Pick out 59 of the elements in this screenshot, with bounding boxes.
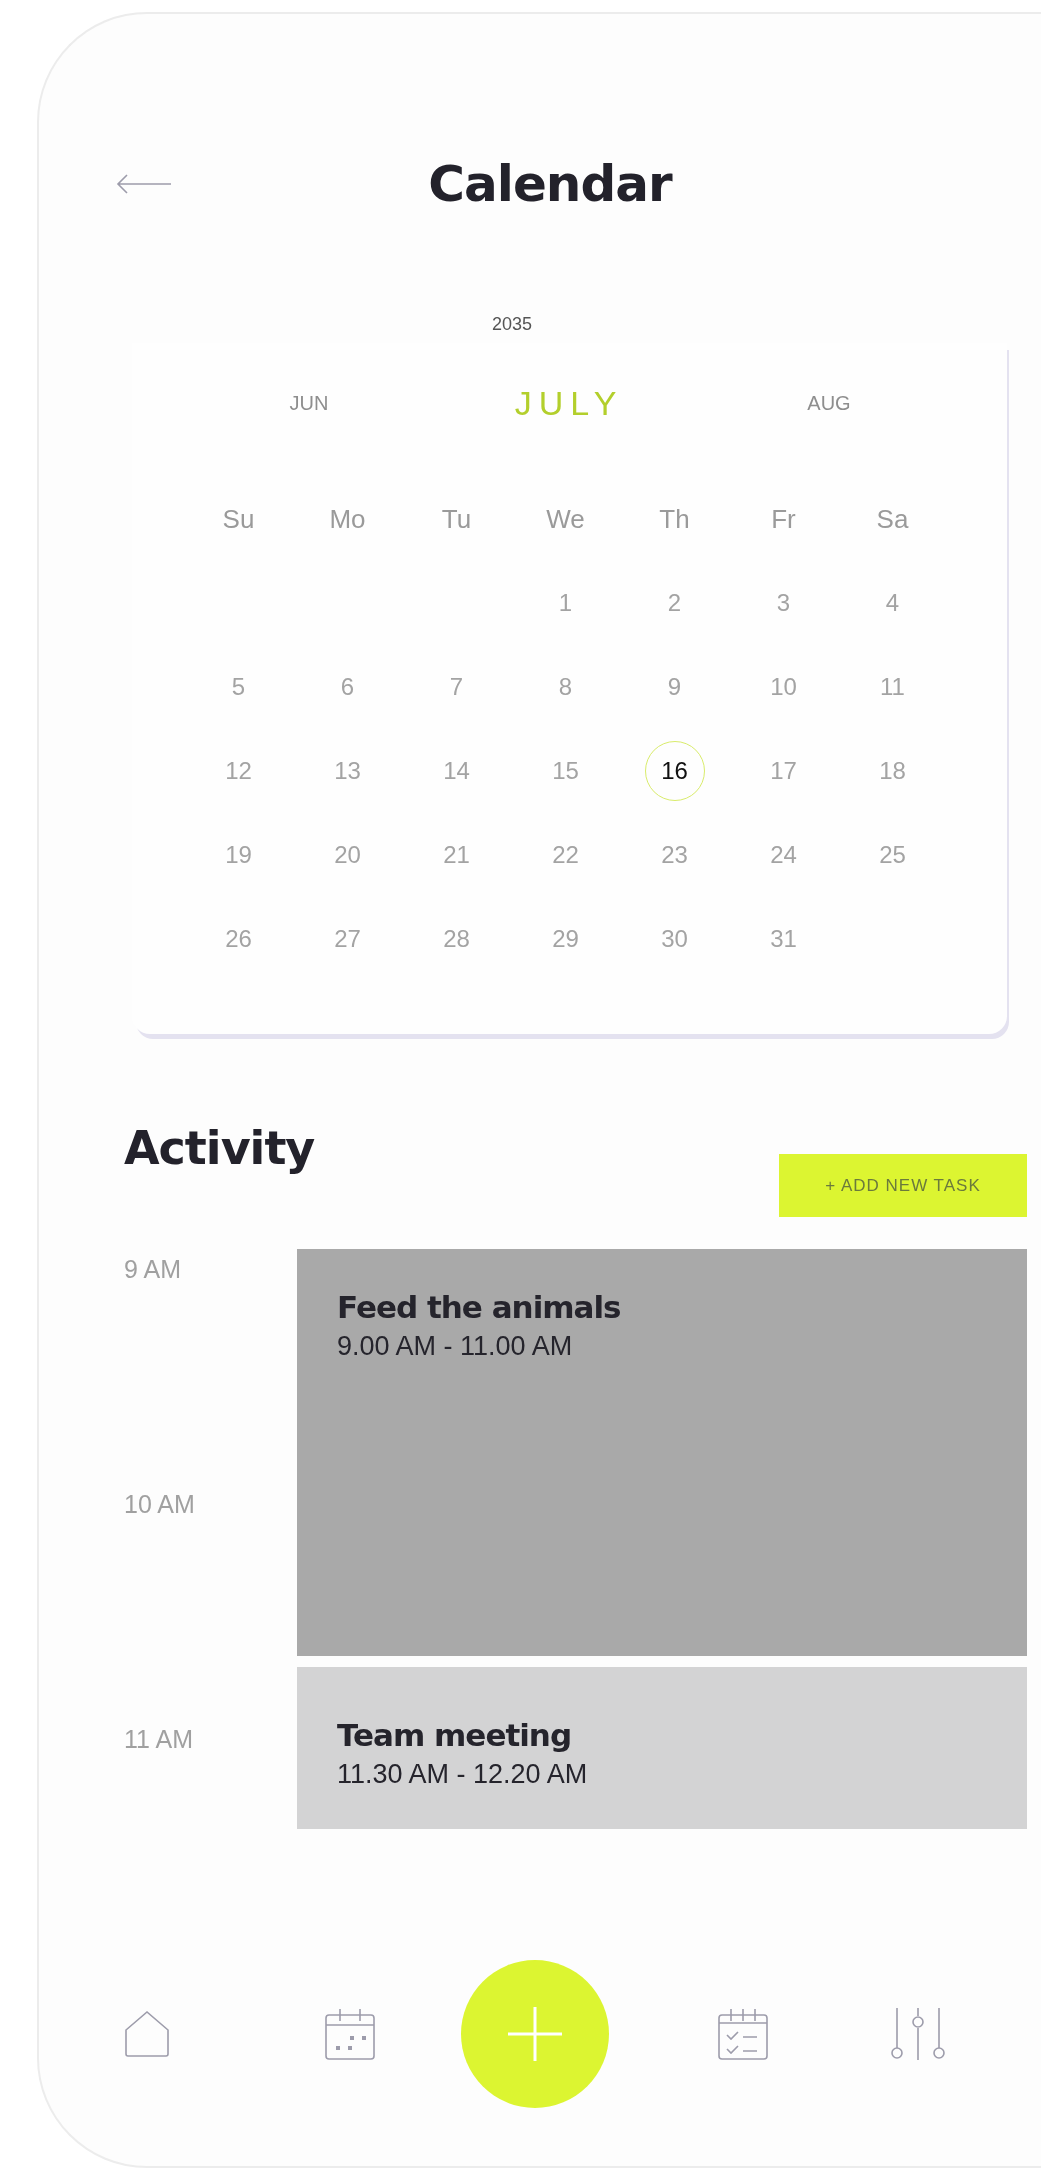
calendar-day[interactable]: 18 (862, 741, 923, 801)
year-label: 2035 (490, 314, 533, 335)
calendar-day[interactable]: 8 (535, 657, 596, 717)
weekday-label: Tu (441, 503, 472, 535)
calendar-day[interactable]: 22 (535, 825, 596, 885)
weekday-label: We (546, 503, 585, 535)
calendar-day[interactable]: 20 (317, 825, 378, 885)
weekday-label: Sa (876, 503, 909, 535)
calendar-day[interactable]: 28 (426, 909, 487, 969)
calendar-day[interactable]: 3 (753, 573, 814, 633)
sliders-icon[interactable] (888, 2006, 947, 2062)
calendar-day[interactable]: 14 (426, 741, 487, 801)
calendar-day[interactable]: 26 (208, 909, 269, 969)
calendar-icon[interactable] (324, 2007, 376, 2061)
event-block[interactable]: Team meeting 11.30 AM - 12.20 AM (297, 1667, 1027, 1829)
calendar-day[interactable]: 27 (317, 909, 378, 969)
event-title: Feed the animals (337, 1289, 622, 1325)
calendar-day[interactable]: 10 (753, 657, 814, 717)
back-arrow-icon[interactable] (115, 173, 173, 195)
hour-label: 9 AM (124, 1255, 182, 1285)
calendar-day[interactable]: 15 (535, 741, 596, 801)
calendar-day[interactable]: 5 (208, 657, 269, 717)
calendar-day[interactable]: 6 (317, 657, 378, 717)
event-time: 11.30 AM - 12.20 AM (337, 1759, 589, 1790)
hour-label: 10 AM (124, 1490, 196, 1520)
calendar-day[interactable]: 2 (644, 573, 705, 633)
activity-heading: Activity (124, 1120, 315, 1177)
home-icon[interactable] (122, 2009, 172, 2059)
calendar-day[interactable]: 4 (862, 573, 923, 633)
weekday-label: Su (222, 503, 255, 535)
month-tab[interactable]: JUN (289, 391, 329, 415)
calendar-day[interactable]: 19 (208, 825, 269, 885)
calendar-day[interactable]: 7 (426, 657, 487, 717)
event-time: 9.00 AM - 11.00 AM (337, 1331, 574, 1362)
checklist-icon[interactable] (716, 2007, 769, 2061)
calendar-day[interactable]: 9 (644, 657, 705, 717)
calendar-day[interactable]: 11 (862, 657, 923, 717)
calendar-day[interactable]: 13 (317, 741, 378, 801)
calendar-day[interactable]: 23 (644, 825, 705, 885)
calendar-day[interactable]: 21 (426, 825, 487, 885)
add-task-button[interactable]: + ADD NEW TASK (779, 1154, 1027, 1217)
calendar-day[interactable]: 30 (644, 909, 705, 969)
calendar-day[interactable]: 12 (208, 741, 269, 801)
weekday-label: Fr (771, 503, 796, 535)
event-block[interactable]: Feed the animals 9.00 AM - 11.00 AM (297, 1249, 1027, 1656)
calendar-day[interactable]: 29 (535, 909, 596, 969)
weekday-label: Th (659, 503, 690, 535)
plus-icon (508, 2007, 562, 2061)
event-title: Team meeting (337, 1717, 573, 1753)
calendar-day[interactable]: 17 (753, 741, 814, 801)
calendar-day[interactable]: 25 (862, 825, 923, 885)
month-tab[interactable]: JULY (514, 383, 624, 423)
weekday-label: Mo (329, 503, 366, 535)
calendar-day[interactable]: 31 (753, 909, 814, 969)
calendar-day[interactable]: 24 (753, 825, 814, 885)
page-title: Calendar (428, 154, 672, 214)
hour-label: 11 AM (124, 1725, 195, 1755)
month-tab[interactable]: AUG (807, 391, 851, 415)
calendar-day[interactable]: 1 (535, 573, 596, 633)
